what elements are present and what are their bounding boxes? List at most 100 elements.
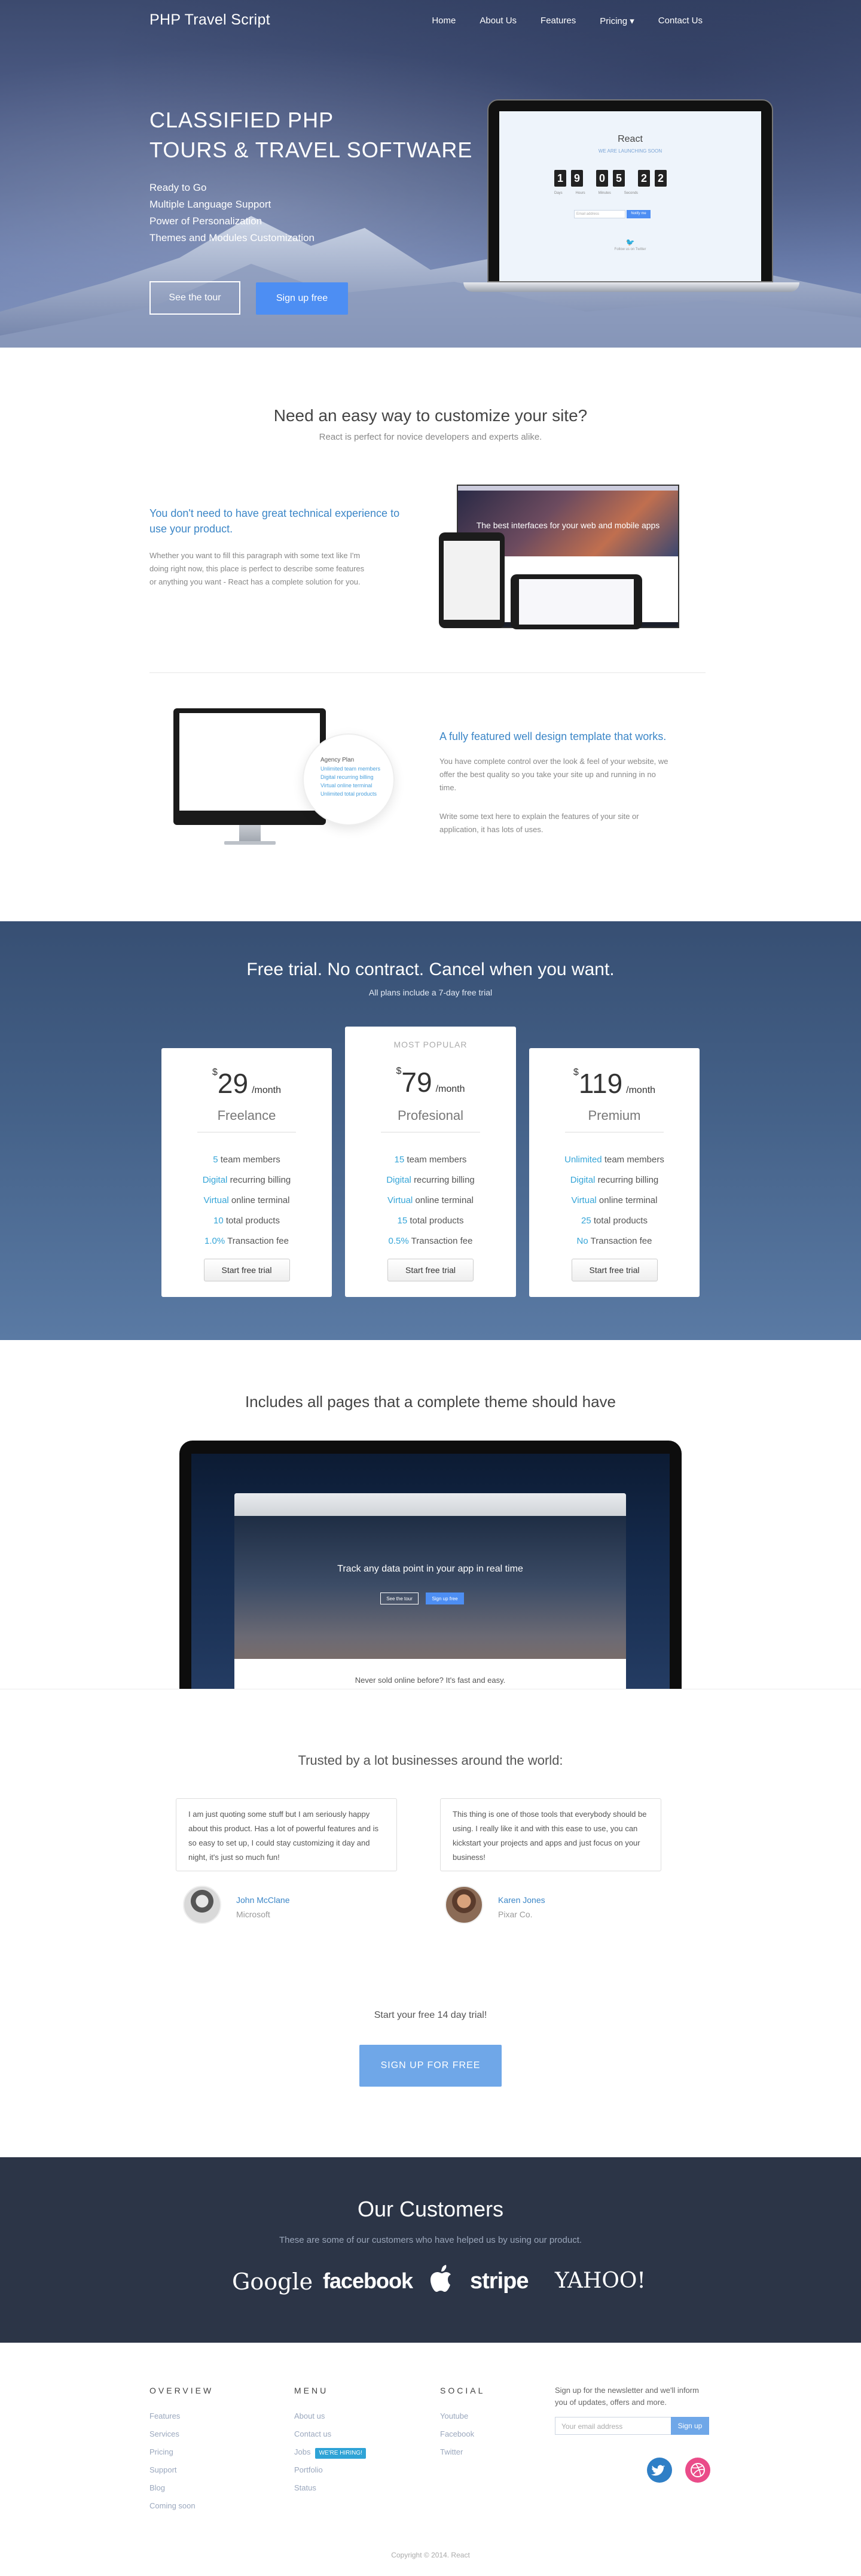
hero-feature: Themes and Modules Customization (149, 232, 315, 243)
sign-up-for-free-button[interactable]: SIGN UP FOR FREE (359, 2045, 502, 2087)
twitter-icon[interactable] (647, 2458, 672, 2483)
footer-link[interactable]: Contact us (294, 2425, 366, 2443)
plan-feature: Virtual online terminal (387, 1195, 474, 1205)
google-logo: Google (232, 2269, 313, 2295)
testimonials-title: Trusted by a lot businesses around the w… (298, 1753, 563, 1768)
footer-link[interactable]: Features (149, 2407, 196, 2425)
block2-title: A fully featured well design template th… (439, 730, 667, 742)
footer-link[interactable]: Pricing (149, 2443, 196, 2461)
footer-link[interactable]: Support (149, 2461, 196, 2479)
screen-title: React (618, 134, 643, 144)
plan-feature: 15 total products (397, 1216, 464, 1226)
divider (149, 672, 706, 673)
block2-text1: You have complete control over the look … (439, 757, 668, 792)
avatar (183, 1886, 221, 1924)
footer-link[interactable]: Jobs WE'RE HIRING! (294, 2443, 366, 2461)
hero-title-line2: TOURS & TRAVEL SOFTWARE (149, 138, 473, 162)
footer-link[interactable]: Status (294, 2479, 366, 2497)
footer-link[interactable]: Coming soon (149, 2497, 196, 2515)
footer-social-title: SOCIAL (440, 2386, 486, 2395)
nav-about[interactable]: About Us (480, 16, 517, 26)
sign-up-free-button[interactable]: Sign up free (256, 282, 348, 315)
testimonial-company: Microsoft (236, 1910, 270, 1919)
imac-image (173, 708, 326, 852)
footer-overview-list: Features Services Pricing Support Blog C… (149, 2407, 196, 2515)
zoom-title: Agency Plan (320, 757, 355, 763)
testimonial-name[interactable]: John McClane (236, 1895, 290, 1905)
twitter-icon[interactable]: 🐦 (499, 238, 761, 246)
block1-text: Whether you want to fill this paragraph … (149, 551, 365, 586)
screen-tweet-text: Follow us on Twitter (614, 248, 646, 251)
customize-subtitle: React is perfect for novice developers a… (319, 432, 542, 442)
plan-name: Premium (588, 1108, 641, 1123)
countdown-label: Seconds (624, 191, 639, 195)
screen-email-input[interactable]: Email address (574, 210, 625, 218)
plan-name: Freelance (217, 1108, 276, 1123)
newsletter-signup-button[interactable]: Sign up (671, 2417, 709, 2435)
zoom-item: Unlimited team members (320, 766, 381, 772)
zoom-plan-bubble: Agency Plan Unlimited team members Digit… (304, 735, 393, 824)
plan-feature: 1.0% Transaction fee (204, 1236, 289, 1246)
nav-contact[interactable]: Contact Us (658, 16, 703, 26)
plan-feature: Digital recurring billing (386, 1175, 475, 1185)
hero-laptop: React WE ARE LAUNCHING SOON 1 9 0 5 2 2 … (463, 99, 799, 297)
countdown-labels: Days Hours Minutes Seconds (554, 191, 638, 195)
customers-section: Our Customers These are some of our cust… (0, 2157, 861, 2343)
start-trial-button[interactable]: Start free trial (387, 1259, 474, 1281)
plan-price: $29/month (212, 1067, 281, 1099)
testimonial-quote: This thing is one of those tools that ev… (440, 1798, 661, 1871)
plan-card-freelance: $29/month Freelance 5 team members Digit… (161, 1048, 332, 1297)
hero-title: CLASSIFIED PHP TOURS & TRAVEL SOFTWARE (149, 105, 472, 165)
footer-link[interactable]: About us (294, 2407, 366, 2425)
customize-title: Need an easy way to customize your site? (273, 406, 588, 425)
countdown-digit: 9 (571, 170, 583, 187)
footer-link[interactable]: Portfolio (294, 2461, 366, 2479)
see-tour-button[interactable]: See the tour (149, 281, 240, 315)
plan-features: 5 team members Digital recurring billing… (161, 1150, 332, 1252)
start-trial-button[interactable]: Start free trial (203, 1259, 290, 1281)
block2-text2: Write some text here to explain the feat… (439, 812, 639, 834)
footer-link[interactable]: Services (149, 2425, 196, 2443)
plan-price: $79/month (396, 1066, 465, 1098)
nav-features[interactable]: Features (541, 16, 576, 26)
block1-title: You don't need to have great technical e… (149, 507, 400, 535)
dribbble-icon[interactable] (685, 2458, 710, 2483)
plan-card-premium: $119/month Premium Unlimited team member… (529, 1048, 700, 1297)
countdown-digit: 2 (655, 170, 667, 187)
footer-menu-title: MENU (294, 2386, 329, 2395)
pricing-title: Free trial. No contract. Cancel when you… (246, 960, 615, 979)
zoom-item: Unlimited total products (320, 791, 377, 797)
brand-logo[interactable]: PHP Travel Script (149, 11, 270, 29)
nav-home[interactable]: Home (432, 16, 456, 26)
footer-link[interactable]: Facebook (440, 2425, 474, 2443)
start-trial-button[interactable]: Start free trial (571, 1259, 658, 1281)
theme-footer-text: Never sold online before? It's fast and … (355, 1676, 506, 1685)
countdown-digit: 1 (554, 170, 566, 187)
customers-title: Our Customers (357, 2197, 504, 2221)
newsletter-email-input[interactable]: Your email address (555, 2417, 672, 2435)
plan-feature: 5 team members (213, 1155, 280, 1165)
plan-feature: No Transaction fee (576, 1236, 652, 1246)
footer-link[interactable]: Twitter (440, 2443, 474, 2461)
footer-link[interactable]: Blog (149, 2479, 196, 2497)
plan-feature: Digital recurring billing (202, 1175, 291, 1185)
footer-link[interactable]: Youtube (440, 2407, 474, 2425)
screen-notify-button[interactable]: Notify me (627, 210, 651, 218)
most-popular-label: MOST POPULAR (393, 1040, 468, 1049)
testimonial-company: Pixar Co. (498, 1910, 533, 1919)
apple-icon (430, 2265, 451, 2292)
zoom-item: Virtual online terminal (320, 782, 373, 788)
trial-text: Start your free 14 day trial! (374, 2010, 487, 2020)
hero-title-line1: CLASSIFIED PHP (149, 108, 334, 132)
hiring-badge: WE'RE HIRING! (315, 2448, 366, 2459)
copyright: Copyright © 2014. React (391, 2551, 470, 2559)
newsletter-text: Sign up for the newsletter and we'll inf… (555, 2386, 699, 2407)
testimonial-name[interactable]: Karen Jones (498, 1895, 545, 1905)
laptop-screen: React WE ARE LAUNCHING SOON 1 9 0 5 2 2 … (499, 111, 761, 281)
pricing-subtitle: All plans include a 7-day free trial (368, 988, 493, 997)
laptop-lid: React WE ARE LAUNCHING SOON 1 9 0 5 2 2 … (487, 99, 773, 282)
devices-headline: The best interfaces for your web and mob… (476, 520, 660, 530)
nav-pricing[interactable]: Pricing ▾ (600, 16, 634, 26)
footer-overview-title: OVERVIEW (149, 2386, 214, 2395)
hero: PHP Travel Script Home About Us Features… (0, 0, 861, 348)
